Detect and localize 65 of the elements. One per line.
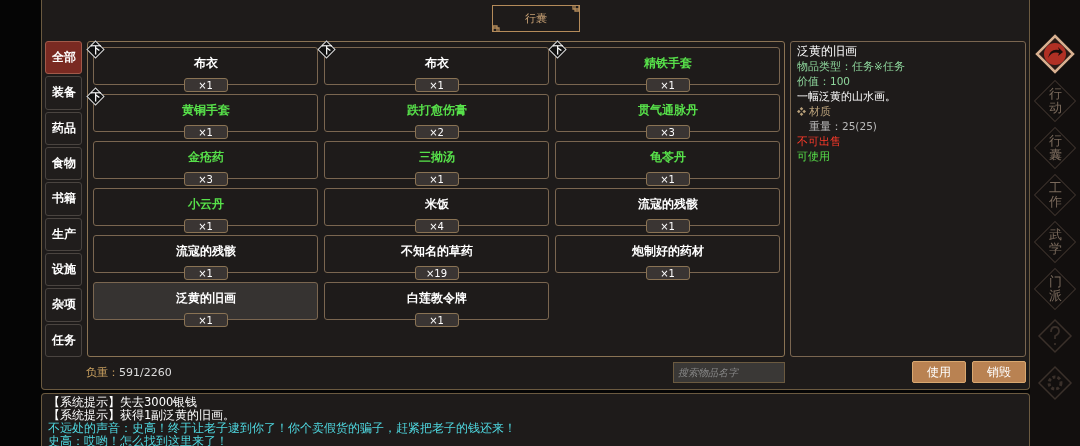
detail-text: 可使用 — [797, 150, 831, 163]
category-tab[interactable]: 药品 — [45, 111, 82, 145]
category-tab[interactable]: 全部 — [45, 41, 82, 75]
load-label: 负重： — [86, 364, 119, 380]
category-tab[interactable]: 任务 — [45, 323, 82, 357]
item-name: 炮制好的药材 — [631, 244, 704, 259]
detail-text: 重量：25(25) — [808, 120, 878, 133]
load-value: 591/2260 — [119, 365, 172, 379]
search-field[interactable]: 搜索物品名字 — [673, 361, 785, 383]
item-name: 贯气通脉丹 — [637, 103, 698, 118]
item-count: ×1 — [645, 172, 690, 186]
item-name: 白莲教令牌 — [406, 291, 467, 306]
category-tab[interactable]: 装备 — [45, 76, 82, 110]
item-name: 小云丹 — [187, 197, 224, 212]
log-line: 史高：哎哟！怎么找到这里来了！ — [48, 435, 229, 446]
category-tab[interactable]: 设施 — [45, 252, 82, 287]
detail-text: 材质 — [809, 105, 831, 118]
settings-icon[interactable] — [1037, 365, 1073, 401]
category-tab[interactable]: 书籍 — [45, 182, 82, 216]
item-name: 布衣 — [193, 56, 218, 71]
item-count: ×2 — [414, 125, 459, 139]
item-name: 跌打愈伤膏 — [406, 103, 467, 118]
item-name: 三拗汤 — [418, 150, 455, 165]
item-name: 龟苓丹 — [649, 150, 686, 165]
category-tab[interactable]: 生产 — [45, 217, 82, 251]
item-count: ×1 — [645, 78, 690, 92]
item-count: ×1 — [414, 313, 459, 327]
item-count: ×19 — [414, 266, 459, 280]
item-name: 不知名的草药 — [400, 244, 473, 259]
item-count: ×4 — [414, 219, 459, 233]
item-name: 布衣 — [424, 56, 449, 71]
item-count: ×1 — [183, 125, 228, 139]
log-line: 不远处的声音：史高！终于让老子逮到你了！你个卖假货的骗子，赶紧把老子的钱还来！ — [48, 422, 517, 435]
log-line: 【系统提示】失去3000银钱 — [48, 396, 199, 409]
item-count: ×3 — [645, 125, 690, 139]
item-count: ×1 — [183, 78, 228, 92]
knot-ornament-icon — [491, 22, 502, 32]
item-count: ×3 — [183, 172, 228, 186]
item-name: 泛黄的旧画 — [175, 291, 236, 306]
item-name: 米饭 — [424, 197, 449, 212]
help-icon[interactable] — [1037, 318, 1073, 354]
log-line: 【系统提示】获得1副泛黄的旧画。 — [48, 409, 237, 422]
detail-text: 价值：100 — [797, 75, 852, 88]
item-count: ×1 — [414, 172, 459, 186]
panel-title: 行囊 — [491, 5, 580, 32]
item-count: ×1 — [645, 266, 690, 280]
item-count: ×1 — [183, 219, 228, 233]
return-arrow-icon[interactable] — [1035, 34, 1075, 74]
item-count: ×1 — [414, 78, 459, 92]
item-name: 金疮药 — [187, 150, 224, 165]
knot-ornament-icon — [569, 5, 580, 15]
detail-text: 物品类型：任务※任务 — [797, 60, 906, 73]
item-name: 精铁手套 — [643, 56, 692, 71]
category-tab[interactable]: 杂项 — [45, 288, 82, 322]
item-count: ×1 — [183, 313, 228, 327]
item-name: 黄铜手套 — [181, 103, 230, 118]
item-name: 流寇的残骸 — [175, 244, 236, 259]
item-count: ×1 — [183, 266, 228, 280]
item-name: 流寇的残骸 — [637, 197, 698, 212]
detail-text: 泛黄的旧画 — [797, 45, 858, 58]
detail-text: 一幅泛黄的山水画。 — [797, 90, 897, 103]
category-tab[interactable]: 食物 — [45, 147, 82, 181]
item-count: ×1 — [645, 219, 690, 233]
diamond-bullet-icon — [797, 107, 806, 116]
detail-text: 不可出售 — [797, 135, 842, 148]
